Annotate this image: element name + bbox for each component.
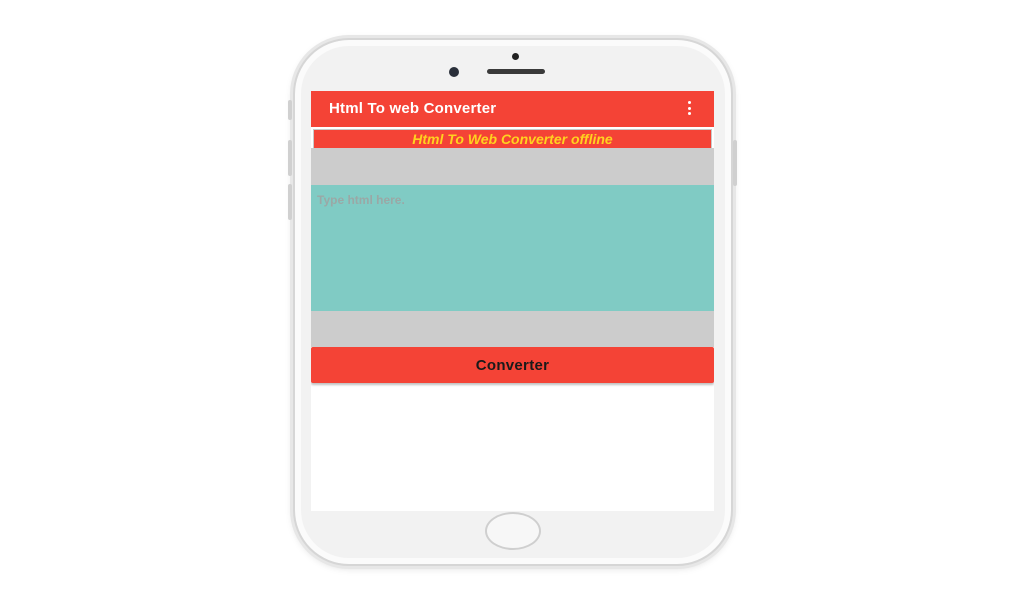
menu-dot <box>688 106 691 110</box>
sensor-dot <box>512 53 519 60</box>
home-button[interactable] <box>485 512 541 550</box>
offline-banner: Html To Web Converter offline <box>313 129 712 149</box>
overflow-menu-icon[interactable] <box>688 101 692 115</box>
earpiece-speaker <box>487 69 545 74</box>
app-title: Html To web Converter <box>329 100 497 117</box>
stage: Html To web Converter Html To Web Conver… <box>0 0 1024 600</box>
volume-up-button <box>288 140 292 176</box>
menu-dot <box>688 101 691 104</box>
convert-button[interactable]: Converter <box>311 347 714 383</box>
mute-switch <box>288 100 292 120</box>
app-toolbar: Html To web Converter <box>311 91 714 127</box>
volume-down-button <box>288 184 292 220</box>
front-camera-icon <box>449 67 459 77</box>
banner-text: Html To Web Converter offline <box>412 131 613 147</box>
app-screen: Html To web Converter Html To Web Conver… <box>311 91 714 511</box>
spacer-panel-bottom <box>311 311 714 347</box>
spacer-panel-top <box>311 148 714 185</box>
menu-dot <box>688 112 691 115</box>
html-input[interactable] <box>311 185 714 311</box>
power-button <box>733 140 737 186</box>
